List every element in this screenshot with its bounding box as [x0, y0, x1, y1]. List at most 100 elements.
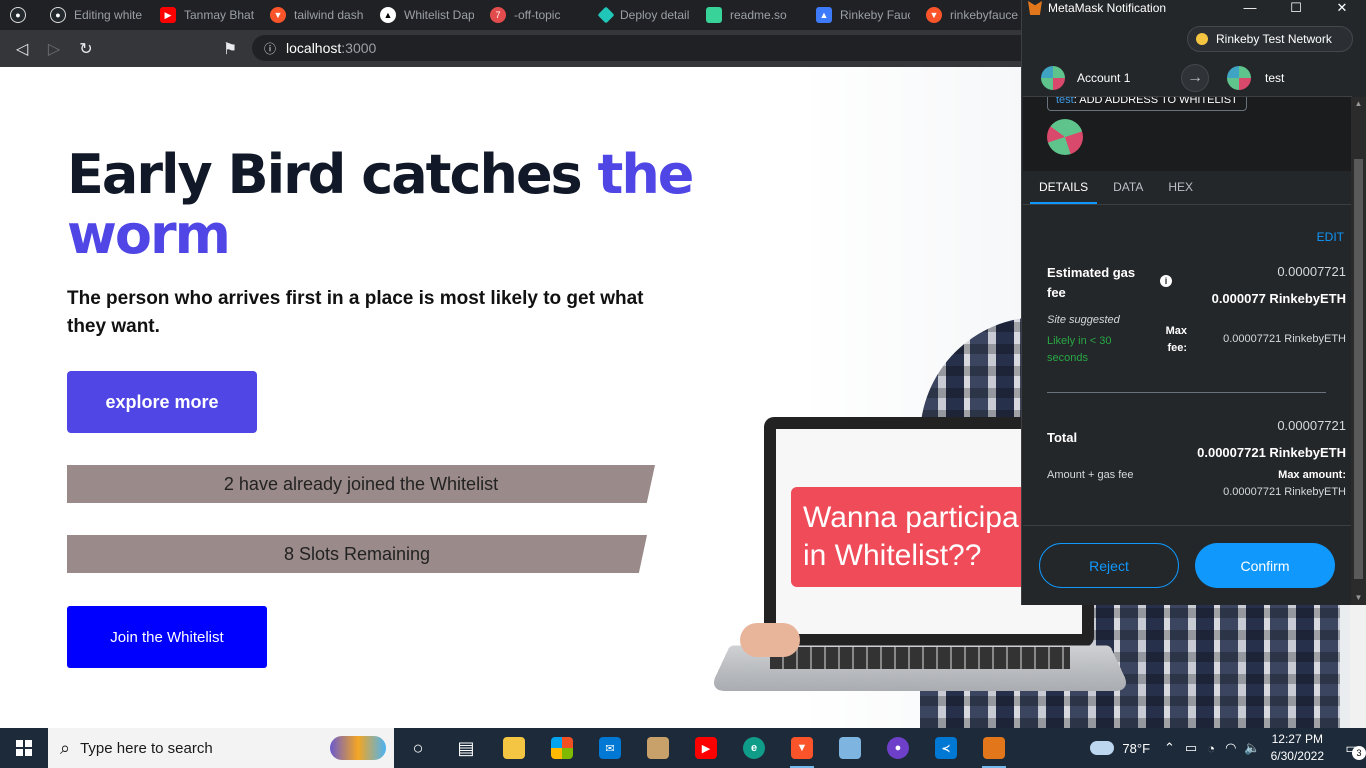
browser-tab[interactable]: Deploy detail: [590, 0, 696, 30]
title-main: Early Bird catches: [67, 143, 598, 206]
widgets-icon[interactable]: ▤: [442, 728, 490, 768]
max-amount-value: 0.00007721 RinkebyETH: [1223, 486, 1346, 498]
metamask-scrollbar[interactable]: ▲ ▼: [1351, 97, 1366, 605]
volume-icon[interactable]: 🔈: [1244, 740, 1260, 756]
edge-icon[interactable]: e: [730, 728, 778, 768]
maximize-icon[interactable]: ☐: [1273, 0, 1319, 16]
scroll-up-icon[interactable]: ▲: [1351, 97, 1366, 111]
netlify-icon: [597, 6, 615, 24]
total-label: Total: [1047, 430, 1078, 445]
github-icon: ●: [50, 7, 66, 23]
wifi-icon[interactable]: ◠: [1225, 740, 1236, 756]
scroll-thumb[interactable]: [1354, 159, 1363, 579]
tab-title: Tanmay Bhat: [184, 8, 254, 22]
arrow-right-icon: →: [1181, 63, 1209, 92]
transaction-details: test: ADD ADDRESS TO WHITELIST DETAILS D…: [1023, 97, 1352, 605]
weather-widget[interactable]: 78°F: [1090, 741, 1150, 756]
notification-center-icon[interactable]: ▭ 3: [1338, 734, 1366, 762]
package-icon[interactable]: [634, 728, 682, 768]
info-icon[interactable]: i: [1160, 275, 1172, 287]
address-bar[interactable]: ⓘ localhost:3000: [252, 35, 1032, 61]
transaction-header: test: ADD ADDRESS TO WHITELIST: [1023, 97, 1352, 171]
browser-tab[interactable]: ● Editing white: [40, 0, 150, 30]
origin-action: : ADD ADDRESS TO WHITELIST: [1073, 97, 1238, 106]
cloud-icon: [1090, 741, 1115, 755]
search-icon: ⌕: [60, 737, 71, 758]
max-fee-value: 0.00007721 RinkebyETH: [1223, 333, 1346, 345]
gas-fee-eth: 0.000077 RinkebyETH: [1211, 291, 1346, 306]
browser-tab[interactable]: readme.so: [696, 0, 806, 30]
weather-temp: 78°F: [1122, 740, 1151, 756]
tab-title: readme.so: [730, 8, 787, 22]
metamask-window: MetaMask Notification — ☐ ✕ Rinkeby Test…: [1021, 0, 1366, 605]
discord-icon: 7: [490, 7, 506, 23]
contract-icon: [1047, 119, 1083, 155]
youtube-icon: ▶: [160, 7, 176, 23]
youtube-icon[interactable]: ▶: [682, 728, 730, 768]
tab-title: tailwind dash: [294, 8, 364, 22]
tab-title: Editing white: [74, 8, 143, 22]
github-desktop-icon[interactable]: ●: [874, 728, 922, 768]
tab-title: Deploy detail: [620, 8, 690, 22]
max-amount-label: Max amount:: [1278, 469, 1346, 481]
brave-icon[interactable]: ▼: [778, 728, 826, 768]
browser-tab[interactable]: ▼ tailwind dash: [260, 0, 370, 30]
tab-hex[interactable]: HEX: [1159, 171, 1202, 204]
join-whitelist-button[interactable]: Join the Whitelist: [67, 606, 267, 668]
browser-tab[interactable]: ▼ rinkebyfauce: [916, 0, 1026, 30]
explore-more-button[interactable]: explore more: [67, 371, 257, 433]
origin-site: test: [1056, 97, 1074, 106]
metamask-icon[interactable]: [970, 728, 1018, 768]
tab-title: -off-topic: [514, 8, 561, 22]
browser-tab[interactable]: ▶ Tanmay Bhat: [150, 0, 260, 30]
browser-tab[interactable]: 7 -off-topic: [480, 0, 590, 30]
reject-button[interactable]: Reject: [1039, 543, 1179, 588]
brave-icon: ▼: [270, 7, 286, 23]
battery-icon[interactable]: ▭: [1185, 740, 1197, 756]
browser-tab[interactable]: ▲ Whitelist Dap: [370, 0, 480, 30]
reload-icon[interactable]: ↻: [70, 33, 102, 65]
to-account[interactable]: test: [1227, 65, 1284, 90]
confirm-button[interactable]: Confirm: [1195, 543, 1335, 588]
bookmark-icon[interactable]: ⚑: [214, 33, 246, 65]
tab-data[interactable]: DATA: [1104, 171, 1152, 204]
microsoft-store-icon[interactable]: [538, 728, 586, 768]
browser-tab[interactable]: ●: [0, 0, 40, 30]
readme-icon: [706, 7, 722, 23]
notepad-icon[interactable]: [826, 728, 874, 768]
clock[interactable]: 12:27 PM 6/30/2022: [1271, 731, 1324, 765]
page-scrollbar[interactable]: [1350, 605, 1366, 728]
edit-gas-button[interactable]: EDIT: [1317, 230, 1344, 244]
gas-fee-value: 0.00007721: [1277, 264, 1346, 279]
chevron-up-icon[interactable]: ⌃: [1164, 740, 1175, 756]
forward-icon[interactable]: ▷: [38, 33, 70, 65]
network-selector[interactable]: Rinkeby Test Network: [1187, 26, 1353, 52]
start-button[interactable]: [0, 728, 48, 768]
search-placeholder: Type here to search: [80, 739, 213, 757]
task-view-icon[interactable]: ○: [394, 728, 442, 768]
taskbar-search[interactable]: ⌕ Type here to search: [48, 728, 394, 768]
info-icon[interactable]: ⓘ: [264, 40, 276, 57]
total-value: 0.00007721: [1277, 418, 1346, 433]
network-icon[interactable]: ◔: [1207, 741, 1215, 756]
file-explorer-icon[interactable]: [490, 728, 538, 768]
tab-title: rinkebyfauce: [950, 8, 1019, 22]
minimize-icon[interactable]: —: [1227, 0, 1273, 16]
divider: [1047, 392, 1326, 393]
vscode-icon[interactable]: ≺: [922, 728, 970, 768]
site-suggested-label: Site suggested: [1047, 314, 1120, 326]
page-subtitle: The person who arrives first in a place …: [67, 288, 644, 337]
clock-time: 12:27 PM: [1271, 732, 1323, 746]
browser-tab[interactable]: ▲ Rinkeby Fauc: [806, 0, 916, 30]
total-value-eth: 0.00007721 RinkebyETH: [1197, 445, 1346, 460]
scroll-down-icon[interactable]: ▼: [1351, 591, 1366, 605]
joined-count-banner: 2 have already joined the Whitelist: [67, 465, 655, 503]
brave-icon: ▼: [926, 7, 942, 23]
search-highlight-icon: [330, 736, 386, 760]
mail-icon[interactable]: ✉: [586, 728, 634, 768]
from-account[interactable]: Account 1: [1041, 65, 1130, 90]
back-icon[interactable]: ◁: [6, 33, 38, 65]
transaction-origin: test: ADD ADDRESS TO WHITELIST: [1047, 97, 1247, 111]
close-icon[interactable]: ✕: [1319, 0, 1365, 16]
tab-details[interactable]: DETAILS: [1030, 171, 1098, 204]
